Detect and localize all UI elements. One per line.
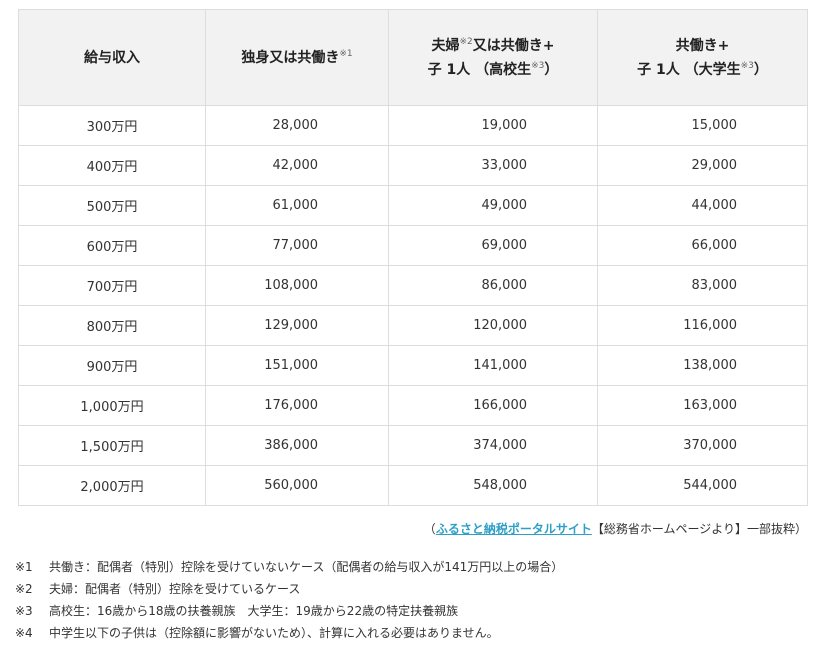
table-row: 400万円 42,000 33,000 29,000: [18, 145, 808, 186]
cell-salary-income: 400万円: [18, 145, 206, 186]
header-text: 給与収入: [84, 49, 140, 66]
cell-salary-income: 600万円: [18, 225, 206, 266]
cell-couple-highschool: 166,000: [388, 385, 598, 426]
cell-dual-university: 138,000: [597, 345, 808, 386]
donation-limit-table-container: 給与収入 独身又は共働き※1 夫婦※2又は共働き+ 子 1人 （高校生※3） 共…: [18, 9, 808, 506]
header-text: 共働き+: [675, 37, 730, 54]
footnote-item: ※2 夫婦：配偶者（特別）控除を受けているケース: [15, 578, 563, 600]
cell-salary-income: 800万円: [18, 305, 206, 346]
donation-limit-table: 給与収入 独身又は共働き※1 夫婦※2又は共働き+ 子 1人 （高校生※3） 共…: [18, 9, 808, 506]
table-row: 700万円 108,000 86,000 83,000: [18, 265, 808, 306]
cell-dual-university: 544,000: [597, 465, 808, 506]
footnote-mark: ※3: [15, 604, 33, 618]
table-row: 1,000万円 176,000 166,000 163,000: [18, 385, 808, 426]
cell-salary-income: 900万円: [18, 345, 206, 386]
cell-dual-university: 116,000: [597, 305, 808, 346]
cell-single-or-dual: 129,000: [205, 305, 389, 346]
header-single-or-dual-income: 独身又は共働き※1: [205, 9, 389, 106]
cell-salary-income: 1,000万円: [18, 385, 206, 426]
footnote-text: 夫婦：配偶者（特別）控除を受けているケース: [49, 582, 301, 596]
cell-couple-highschool: 374,000: [388, 425, 598, 466]
cell-dual-university: 163,000: [597, 385, 808, 426]
table-row: 1,500万円 386,000 374,000 370,000: [18, 425, 808, 466]
footnote-item: ※4 中学生以下の子供は（控除額に影響がないため）、計算に入れる必要はありません。: [15, 622, 563, 644]
cell-salary-income: 500万円: [18, 185, 206, 226]
cell-dual-university: 83,000: [597, 265, 808, 306]
cell-single-or-dual: 386,000: [205, 425, 389, 466]
table-row: 300万円 28,000 19,000 15,000: [18, 105, 808, 146]
cell-salary-income: 700万円: [18, 265, 206, 306]
table-row: 600万円 77,000 69,000 66,000: [18, 225, 808, 266]
header-line-1: 共働き+: [598, 34, 807, 58]
cell-single-or-dual: 176,000: [205, 385, 389, 426]
source-open-paren: （: [423, 522, 436, 536]
header-text: ）: [753, 61, 768, 78]
footnote-mark: ※2: [15, 582, 33, 596]
cell-single-or-dual: 77,000: [205, 225, 389, 266]
header-couple-with-highschool-child: 夫婦※2又は共働き+ 子 1人 （高校生※3）: [388, 9, 598, 106]
cell-single-or-dual: 108,000: [205, 265, 389, 306]
footnote-text: 高校生：16歳から18歳の扶養親族 大学生：19歳から22歳の特定扶養親族: [49, 604, 459, 618]
header-text: 又は共働き+: [472, 37, 555, 54]
cell-dual-university: 370,000: [597, 425, 808, 466]
cell-salary-income: 300万円: [18, 105, 206, 146]
footnote-ref: ※1: [339, 48, 353, 59]
header-salary-income: 給与収入: [18, 9, 206, 106]
footnote-mark: ※1: [15, 560, 33, 574]
cell-couple-highschool: 49,000: [388, 185, 598, 226]
footnote-item: ※1 共働き：配偶者（特別）控除を受けていないケース（配偶者の給与収入が141万円…: [15, 556, 563, 578]
header-text: 独身又は共働き: [241, 49, 340, 66]
cell-salary-income: 2,000万円: [18, 465, 206, 506]
footnote-ref: ※3: [740, 60, 754, 71]
cell-dual-university: 66,000: [597, 225, 808, 266]
header-text: 子 1人 （大学生: [637, 61, 741, 78]
table-row: 500万円 61,000 49,000 44,000: [18, 185, 808, 226]
footnote-text: 共働き：配偶者（特別）控除を受けていないケース（配偶者の給与収入が141万円以上…: [49, 560, 564, 574]
cell-couple-highschool: 86,000: [388, 265, 598, 306]
cell-salary-income: 1,500万円: [18, 425, 206, 466]
cell-single-or-dual: 42,000: [205, 145, 389, 186]
cell-dual-university: 44,000: [597, 185, 808, 226]
cell-couple-highschool: 141,000: [388, 345, 598, 386]
footnote-ref: ※3: [531, 60, 545, 71]
cell-single-or-dual: 151,000: [205, 345, 389, 386]
cell-couple-highschool: 19,000: [388, 105, 598, 146]
header-dual-with-university-child: 共働き+ 子 1人 （大学生※3）: [597, 9, 808, 106]
cell-dual-university: 15,000: [597, 105, 808, 146]
table-row: 900万円 151,000 141,000 138,000: [18, 345, 808, 386]
cell-couple-highschool: 548,000: [388, 465, 598, 506]
cell-dual-university: 29,000: [597, 145, 808, 186]
cell-couple-highschool: 120,000: [388, 305, 598, 346]
table-header-row: 給与収入 独身又は共働き※1 夫婦※2又は共働き+ 子 1人 （高校生※3） 共…: [18, 9, 808, 106]
cell-single-or-dual: 28,000: [205, 105, 389, 146]
footnotes: ※1 共働き：配偶者（特別）控除を受けていないケース（配偶者の給与収入が141万円…: [15, 556, 563, 644]
header-line-2: 子 1人 （大学生※3）: [598, 58, 807, 82]
footnote-mark: ※4: [15, 626, 33, 640]
header-line-1: 夫婦※2又は共働き+: [389, 34, 597, 58]
source-rest: 【総務省ホームページより】一部抜粋）: [591, 522, 807, 536]
table-row: 2,000万円 560,000 548,000 544,000: [18, 465, 808, 506]
header-text: 子 1人 （高校生: [427, 61, 532, 78]
header-text: 夫婦: [431, 37, 460, 54]
header-text: ）: [544, 61, 559, 78]
footnote-item: ※3 高校生：16歳から18歳の扶養親族 大学生：19歳から22歳の特定扶養親族: [15, 600, 563, 622]
footnote-ref: ※2: [459, 36, 473, 47]
header-line-2: 子 1人 （高校生※3）: [389, 58, 597, 82]
cell-couple-highschool: 33,000: [388, 145, 598, 186]
cell-single-or-dual: 61,000: [205, 185, 389, 226]
furusato-portal-link[interactable]: ふるさと納税ポータルサイト: [436, 522, 592, 536]
footnote-text: 中学生以下の子供は（控除額に影響がないため）、計算に入れる必要はありません。: [49, 626, 499, 640]
source-citation: （ふるさと納税ポータルサイト【総務省ホームページより】一部抜粋）: [424, 520, 807, 537]
cell-single-or-dual: 560,000: [205, 465, 389, 506]
table-row: 800万円 129,000 120,000 116,000: [18, 305, 808, 346]
cell-couple-highschool: 69,000: [388, 225, 598, 266]
